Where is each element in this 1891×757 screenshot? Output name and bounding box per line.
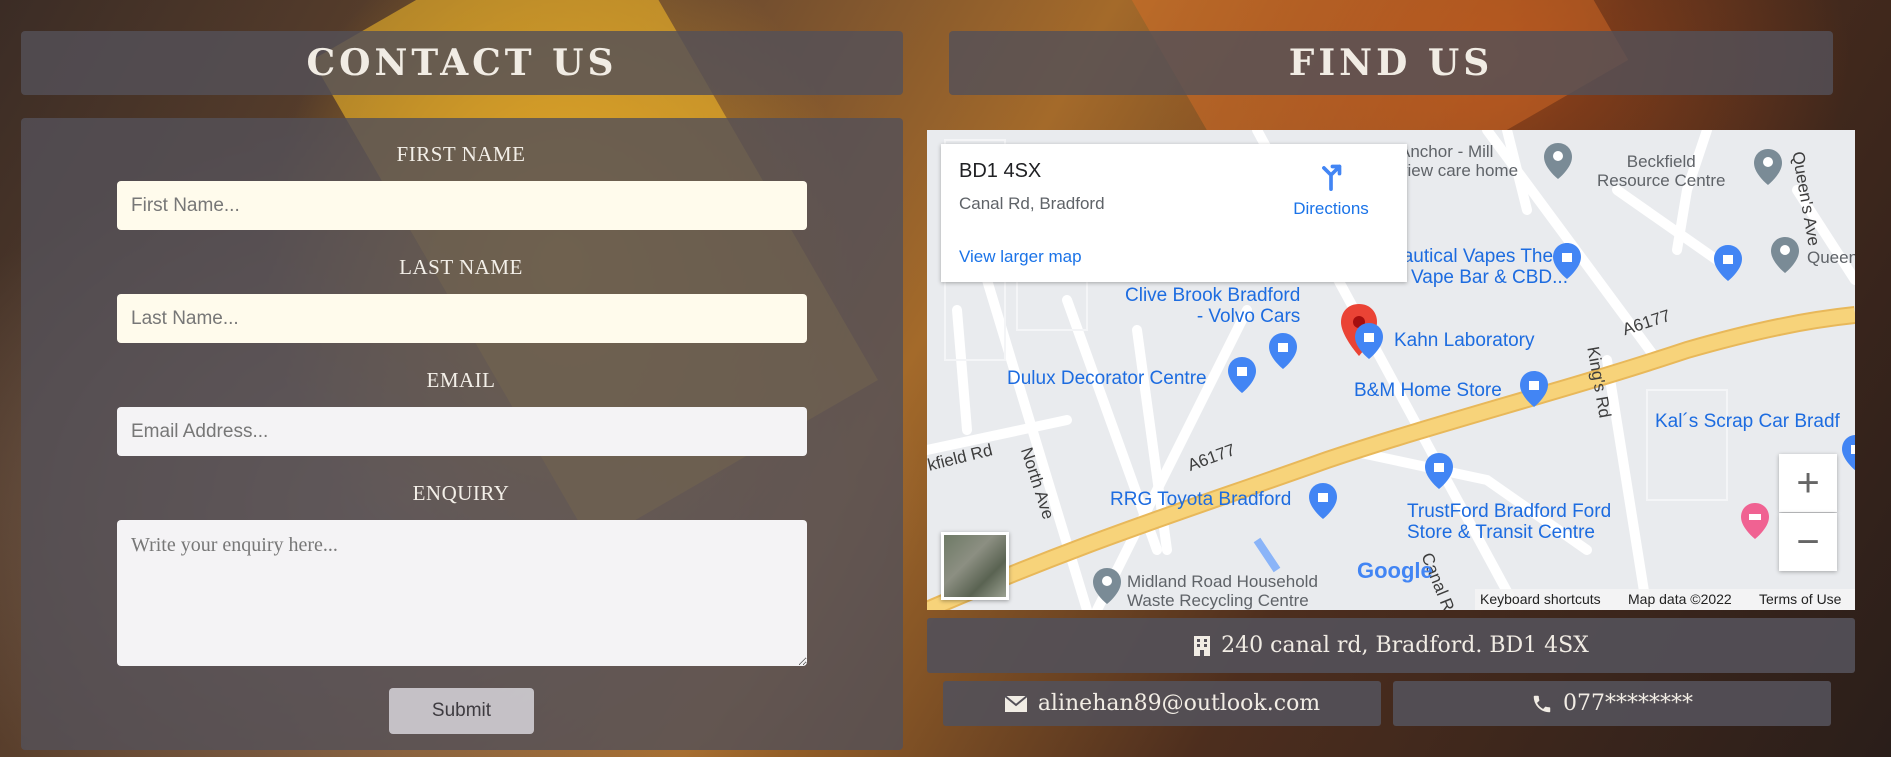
- place-dulux: Dulux Decorator Centre: [1007, 368, 1207, 389]
- place-trustford: TrustFord Bradford Ford Store & Transit C…: [1407, 501, 1612, 543]
- shopping-pin-icon: [1714, 245, 1742, 281]
- place-midland-road: Midland Road Household Waste Recycling Ce…: [1127, 572, 1318, 610]
- gray-pin-icon: [1544, 143, 1572, 179]
- email-bar[interactable]: alinehan89@outlook.com: [943, 681, 1381, 726]
- map-info-card: BD1 4SX Canal Rd, Bradford Directions Vi…: [941, 144, 1407, 282]
- embedded-map[interactable]: A6177 A6177 King's Rd North Ave Canal Rd…: [927, 130, 1855, 610]
- satellite-layer-toggle[interactable]: [941, 532, 1009, 600]
- place-kals-scrap: Kal´s Scrap Car Bradf: [1655, 411, 1840, 432]
- map-card-title: BD1 4SX: [959, 160, 1042, 182]
- directions-link[interactable]: Directions: [1281, 158, 1381, 219]
- envelope-icon: [1004, 694, 1028, 712]
- place-clive-brook: Clive Brook Bradford - Volvo Cars: [1125, 285, 1301, 327]
- map-card-subtitle: Canal Rd, Bradford: [959, 194, 1105, 213]
- gray-pin-icon: [1093, 568, 1121, 604]
- enquiry-label: ENQUIRY: [412, 481, 510, 505]
- address-bar: 240 canal rd, Bradford. BD1 4SX: [927, 618, 1855, 673]
- phone-icon: [1533, 695, 1551, 712]
- shopping-pin-icon: [1520, 371, 1548, 407]
- email-input[interactable]: [117, 407, 807, 456]
- shopping-pin-icon: [1228, 357, 1256, 393]
- phone-text: 077********: [1563, 691, 1693, 716]
- contact-form: FIRST NAME LAST NAME EMAIL ENQUIRY Submi…: [21, 118, 903, 750]
- view-larger-map-link[interactable]: View larger map: [959, 247, 1082, 267]
- phone-bar[interactable]: 077********: [1393, 681, 1831, 726]
- gray-pin-icon: [1754, 149, 1782, 185]
- find-heading-panel: FIND US: [949, 31, 1833, 95]
- place-rrg-toyota: RRG Toyota Bradford: [1110, 489, 1292, 510]
- place-queens: Queens: [1807, 248, 1855, 267]
- directions-arrow-icon: [1322, 164, 1342, 192]
- place-anchor-mill: Anchor - Mill view care home: [1399, 142, 1519, 180]
- address-text: 240 canal rd, Bradford. BD1 4SX: [1221, 633, 1589, 658]
- google-logo: Google: [1357, 558, 1433, 583]
- contact-heading: CONTACT US: [306, 42, 618, 84]
- last-name-input[interactable]: [117, 294, 807, 343]
- shopping-pin-icon: [1309, 483, 1337, 519]
- shopping-pin-icon: [1553, 243, 1581, 279]
- email-text: alinehan89@outlook.com: [1037, 691, 1321, 716]
- place-nautical-vapes: Nautical Vapes The Vape Bar & CBD...: [1389, 246, 1568, 288]
- find-heading: FIND US: [1288, 42, 1494, 84]
- keyboard-shortcuts-link[interactable]: Keyboard shortcuts: [1480, 591, 1601, 607]
- shopping-pin-icon: [1425, 453, 1453, 489]
- shopping-pin-icon: [1269, 333, 1297, 369]
- place-bm-home-store: B&M Home Store: [1354, 380, 1502, 401]
- terms-of-use-link[interactable]: Terms of Use: [1759, 591, 1841, 607]
- zoom-in-button[interactable]: +: [1779, 454, 1837, 512]
- place-kahn-laboratory: Kahn Laboratory: [1394, 330, 1535, 351]
- place-beckfield: Beckfield Resource Centre: [1597, 152, 1726, 190]
- submit-button[interactable]: Submit: [389, 688, 534, 734]
- shopping-pin-icon: [1355, 323, 1383, 359]
- last-name-label: LAST NAME: [399, 255, 523, 279]
- contact-heading-panel: CONTACT US: [21, 31, 903, 95]
- email-label: EMAIL: [426, 368, 496, 392]
- enquiry-textarea[interactable]: [117, 520, 807, 666]
- map-data-credit: Map data ©2022: [1628, 591, 1732, 607]
- hotel-pin-icon: [1741, 503, 1769, 539]
- building-icon: [1194, 635, 1211, 656]
- shopping-pin-icon: [1842, 435, 1855, 471]
- zoom-out-button[interactable]: −: [1779, 513, 1837, 571]
- gray-pin-icon: [1771, 237, 1799, 273]
- first-name-label: FIRST NAME: [396, 142, 526, 166]
- first-name-input[interactable]: [117, 181, 807, 230]
